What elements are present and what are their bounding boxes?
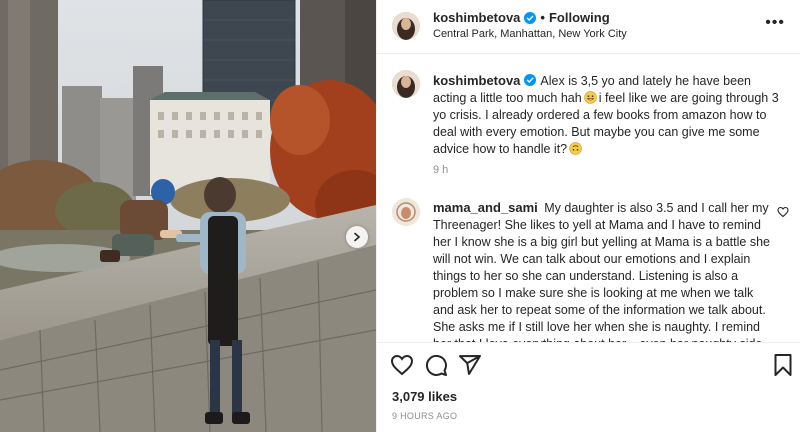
avatar-image xyxy=(392,12,420,40)
author-username[interactable]: koshimbetova xyxy=(433,10,520,25)
heart-icon[interactable] xyxy=(777,206,789,218)
comment-text: mama_and_sami My daughter is also 3.5 an… xyxy=(433,199,773,342)
separator-dot: • xyxy=(540,10,545,25)
comment-item: mama_and_sami My daughter is also 3.5 an… xyxy=(377,196,800,342)
post-side-panel: koshimbetova • Following Central Park, M… xyxy=(376,0,800,432)
post-time-ago[interactable]: 9 HOURS AGO xyxy=(392,411,457,421)
caption-username[interactable]: koshimbetova xyxy=(433,73,520,88)
upside-down-face-emoji-icon xyxy=(569,142,582,155)
grin-sweat-emoji-icon xyxy=(583,91,597,104)
avatar-image xyxy=(392,198,420,226)
avatar-image xyxy=(392,70,420,98)
author-line: koshimbetova • Following xyxy=(433,10,610,25)
heart-icon[interactable] xyxy=(390,353,414,377)
following-button[interactable]: Following xyxy=(549,10,610,25)
author-avatar[interactable] xyxy=(392,12,420,40)
comment-body: My daughter is also 3.5 and I call her m… xyxy=(433,201,773,342)
caption-timestamp[interactable]: 9 h xyxy=(433,164,448,176)
verified-badge-icon xyxy=(524,74,537,86)
post-actions: 3,079 likes 9 HOURS AGO xyxy=(377,342,800,432)
likes-count[interactable]: 3,079 likes xyxy=(392,389,457,404)
bookmark-icon[interactable] xyxy=(771,353,795,377)
chevron-right-icon xyxy=(354,232,361,242)
commenter-username[interactable]: mama_and_sami xyxy=(433,200,538,215)
verified-badge-icon xyxy=(524,11,537,24)
send-icon[interactable] xyxy=(458,353,482,377)
carousel-next-button[interactable] xyxy=(346,226,368,248)
caption-text: koshimbetova Alex is 3,5 yo and lately he… xyxy=(433,72,785,158)
comment-icon[interactable] xyxy=(424,353,448,377)
commenter-avatar[interactable] xyxy=(392,198,420,226)
caption-avatar[interactable] xyxy=(392,70,420,98)
more-options-button[interactable]: ••• xyxy=(765,15,785,31)
post-location[interactable]: Central Park, Manhattan, New York City xyxy=(433,28,627,40)
photo-illustration xyxy=(0,0,376,432)
post-header: koshimbetova • Following Central Park, M… xyxy=(377,0,800,54)
post-photo[interactable] xyxy=(0,0,376,432)
